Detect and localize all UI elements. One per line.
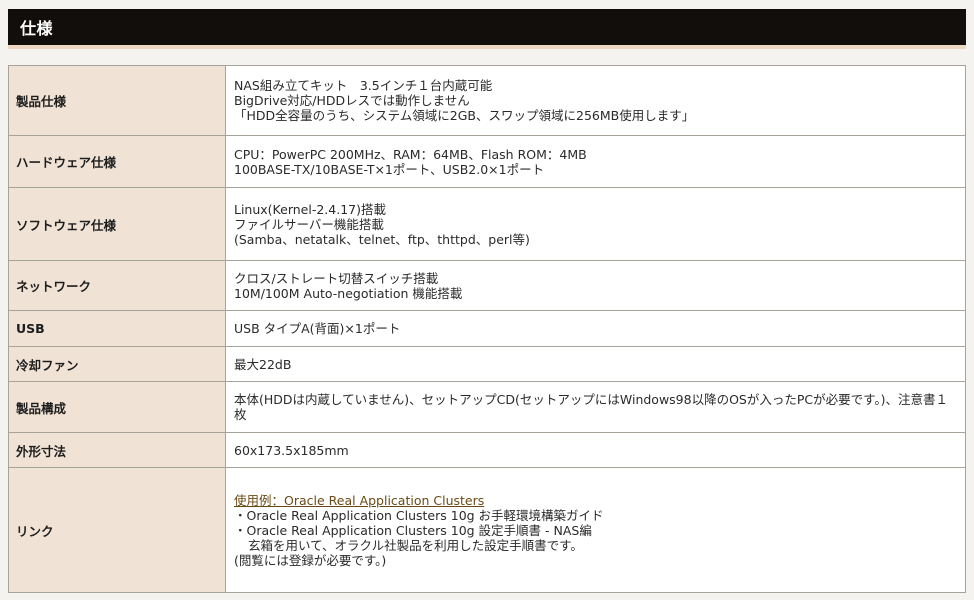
spec-value-network: クロス/ストレート切替スイッチ搭載 10M/100M Auto-negotiat…	[225, 260, 966, 311]
spec-row-usb: USB USB タイプA(背面)×1ポート	[8, 310, 966, 347]
spec-label-links: リンク	[8, 467, 226, 593]
spec-text-line: 玄箱を用いて、オラクル社製品を利用した設定手順書です。	[248, 537, 583, 553]
spec-text-line: Linux(Kernel-2.4.17)搭載	[234, 201, 386, 217]
spec-row-cooling: 冷却ファン 最大22dB	[8, 346, 966, 382]
spec-text-line: (Samba、netatalk、telnet、ftp、thttpd、perl等)	[234, 231, 530, 247]
spec-table: 製品仕様 NAS組み立てキット 3.5インチ１台内蔵可能 BigDrive対応/…	[8, 65, 966, 593]
spec-text-line: (閲覧には登録が必要です。)	[234, 552, 387, 568]
spec-text-line: 60x173.5x185mm	[234, 442, 349, 458]
section-title: 仕様	[20, 19, 54, 38]
spec-text-line: USB タイプA(背面)×1ポート	[234, 321, 401, 336]
spec-text-line: クロス/ストレート切替スイッチ搭載	[234, 270, 439, 286]
spec-text-line: CPU：PowerPC 200MHz、RAM：64MB、Flash ROM：4M…	[234, 146, 587, 162]
spec-page: 仕様 製品仕様 NAS組み立てキット 3.5インチ１台内蔵可能 BigDrive…	[0, 0, 974, 600]
spec-label-package: 製品構成	[8, 381, 226, 433]
spec-value-package: 本体(HDDは内蔵していません)、セットアップCD(セットアップにはWindow…	[225, 381, 966, 433]
spec-text-line: 100BASE-TX/10BASE-T×1ポート、USB2.0×1ポート	[234, 161, 545, 177]
spec-row-dimensions: 外形寸法 60x173.5x185mm	[8, 432, 966, 468]
spec-value-cooling: 最大22dB	[225, 346, 966, 382]
header-accent-bar	[8, 45, 966, 49]
spec-label-software: ソフトウェア仕様	[8, 187, 226, 261]
spec-text-line: ・Oracle Real Application Clusters 10g 設定…	[234, 522, 592, 538]
spec-row-links: リンク 使用例：Oracle Real Application Clusters…	[8, 467, 966, 593]
spec-value-hardware: CPU：PowerPC 200MHz、RAM：64MB、Flash ROM：4M…	[225, 135, 966, 188]
spec-text-line: NAS組み立てキット 3.5インチ１台内蔵可能	[234, 78, 493, 93]
spec-value-usb: USB タイプA(背面)×1ポート	[225, 310, 966, 347]
spec-value-links: 使用例：Oracle Real Application Clusters ・Or…	[225, 467, 966, 593]
spec-text-line: ファイルサーバー機能搭載	[234, 216, 384, 232]
spec-text-line: 最大22dB	[234, 356, 292, 372]
spec-value-dimensions: 60x173.5x185mm	[225, 432, 966, 468]
spec-row-hardware: ハードウェア仕様 CPU：PowerPC 200MHz、RAM：64MB、Fla…	[8, 135, 966, 188]
spec-text-line: 「HDD全容量のうち、システム領域に2GB、スワップ領域に256MB使用します」	[234, 108, 695, 123]
spec-label-network: ネットワーク	[8, 260, 226, 311]
spec-text-line: 10M/100M Auto-negotiation 機能搭載	[234, 285, 463, 301]
spec-text-line: BigDrive対応/HDDレスでは動作しません	[234, 93, 470, 108]
spec-label-hardware: ハードウェア仕様	[8, 135, 226, 188]
spec-label-product: 製品仕様	[8, 65, 226, 136]
spec-row-package: 製品構成 本体(HDDは内蔵していません)、セットアップCD(セットアップにはW…	[8, 381, 966, 433]
spec-row-network: ネットワーク クロス/ストレート切替スイッチ搭載 10M/100M Auto-n…	[8, 260, 966, 311]
spec-text-line: ・Oracle Real Application Clusters 10g お手…	[234, 507, 604, 523]
spec-label-cooling: 冷却ファン	[8, 346, 226, 382]
spec-label-usb: USB	[8, 310, 226, 347]
spec-row-product: 製品仕様 NAS組み立てキット 3.5インチ１台内蔵可能 BigDrive対応/…	[8, 65, 966, 136]
spec-row-software: ソフトウェア仕様 Linux(Kernel-2.4.17)搭載 ファイルサーバー…	[8, 187, 966, 261]
spec-label-dimensions: 外形寸法	[8, 432, 226, 468]
oracle-rac-link[interactable]: 使用例：Oracle Real Application Clusters	[234, 493, 484, 508]
spec-text-line: 本体(HDDは内蔵していません)、セットアップCD(セットアップにはWindow…	[234, 392, 949, 422]
spec-value-product: NAS組み立てキット 3.5インチ１台内蔵可能 BigDrive対応/HDDレス…	[225, 65, 966, 136]
spec-value-software: Linux(Kernel-2.4.17)搭載 ファイルサーバー機能搭載 (Sam…	[225, 187, 966, 261]
section-header: 仕様	[8, 9, 966, 45]
